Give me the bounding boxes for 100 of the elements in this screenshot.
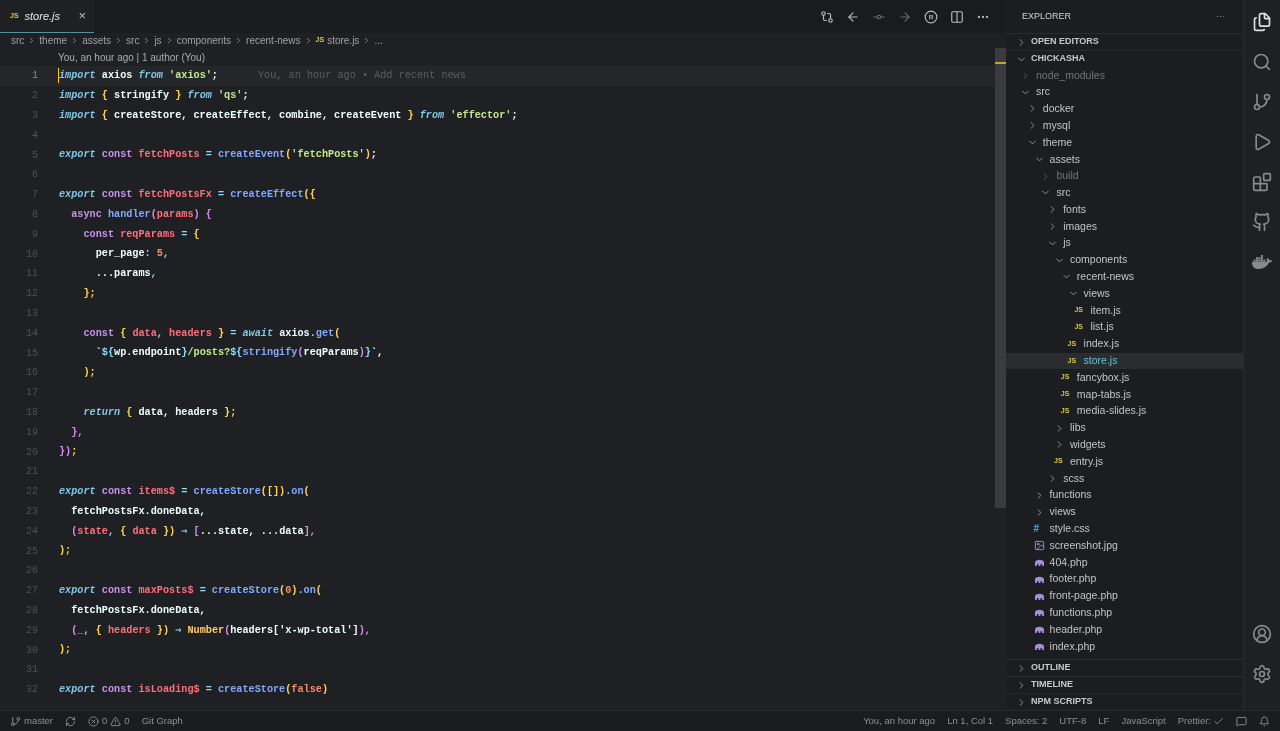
breadcrumb[interactable]: components: [176, 33, 232, 48]
formatter-status[interactable]: Prettier:: [1177, 713, 1224, 729]
whale-icon[interactable]: [1252, 252, 1272, 272]
tree-item[interactable]: components: [1006, 251, 1243, 269]
problems-indicator[interactable]: 0 0: [88, 713, 130, 729]
search-icon[interactable]: [1252, 52, 1272, 72]
code-line: const { data, headers } = await axios.get(: [82, 326, 341, 341]
tree-item[interactable]: scss: [1006, 470, 1243, 487]
breadcrumb[interactable]: store.js: [327, 33, 360, 48]
circle-icon[interactable]: [924, 9, 938, 24]
blame-status[interactable]: You, an hour ago: [863, 713, 936, 729]
extensions-icon[interactable]: [1252, 172, 1272, 192]
elephant-icon: [1033, 558, 1045, 567]
tree-item[interactable]: docker: [1006, 100, 1243, 118]
tree-item[interactable]: index.php: [1006, 638, 1243, 655]
tree-item[interactable]: front-page.php: [1006, 587, 1243, 605]
breadcrumb[interactable]: ...: [374, 33, 383, 48]
breadcrumb[interactable]: recent-news: [246, 33, 301, 48]
code-line: (state, { data }) ⇒ [...state, ...data],: [70, 524, 316, 539]
code-line: ...params,: [94, 267, 157, 282]
arrow-left-icon[interactable]: [846, 9, 860, 24]
tree-item[interactable]: views: [1006, 503, 1243, 521]
tree-item[interactable]: views: [1006, 285, 1243, 303]
code-line: export const isLoading$ = createStore(false): [59, 682, 329, 697]
tree-item[interactable]: libs: [1006, 419, 1243, 437]
warning-count: 0: [124, 713, 130, 728]
blame-header[interactable]: You, an hour ago | 1 author (You): [58, 49, 205, 65]
code-line: export const items$ = createStore([]).on(: [59, 485, 310, 499]
tree-item[interactable]: screenshot.jpg: [1006, 537, 1243, 555]
breadcrumb[interactable]: js: [154, 33, 162, 48]
settings-icon[interactable]: [1252, 664, 1272, 684]
code-line: `${wp.endpoint}/posts?${stringify(reqParams)}`,: [94, 346, 384, 361]
cursor-position[interactable]: Ln 1, Col 1: [947, 713, 994, 729]
check-icon: [1213, 715, 1224, 727]
code-line: import { stringify } from 'qs';: [59, 89, 249, 104]
tree-item[interactable]: fonts: [1006, 201, 1243, 219]
tree-item[interactable]: recent-news: [1006, 268, 1243, 286]
code-line: async handler(params) {: [70, 207, 212, 222]
code-line: fetchPostsFx.doneData,: [70, 504, 206, 519]
sync-icon[interactable]: [65, 715, 77, 727]
feedback-icon[interactable]: [1236, 715, 1247, 727]
tree-item[interactable]: src: [1006, 184, 1243, 202]
code-line: per_page: 5,: [94, 247, 170, 262]
breadcrumb[interactable]: assets: [82, 33, 112, 48]
source-control-icon[interactable]: [1252, 92, 1272, 112]
code-line: import axios from 'axios';: [59, 69, 218, 84]
code-line: },: [70, 425, 84, 440]
compare-icon[interactable]: [820, 9, 834, 24]
scrollbar-thumb[interactable]: [995, 48, 1006, 508]
arrow-right-icon[interactable]: [898, 9, 912, 24]
tree-item[interactable]: functions.php: [1006, 604, 1243, 622]
tree-item[interactable]: images: [1006, 218, 1243, 235]
code-line: });: [59, 445, 78, 460]
indentation[interactable]: Spaces: 2: [1005, 713, 1048, 729]
explorer-icon[interactable]: [1252, 12, 1272, 32]
tree-item[interactable]: mysql: [1006, 117, 1243, 135]
code-line: );: [82, 366, 96, 381]
code-line: import { createStore, createEffect, combine, createEvent } from 'effector';: [59, 108, 518, 123]
branch-icon: [10, 715, 21, 727]
tree-item[interactable]: # style.css: [1006, 520, 1243, 538]
notification-icon[interactable]: [1259, 715, 1270, 727]
tree-item[interactable]: footer.php: [1006, 570, 1243, 588]
image-file-icon: [1033, 540, 1045, 552]
section-header[interactable]: CHICKASHA: [1006, 50, 1243, 67]
code-line: (_, { headers }) ⇒ Number(headers['x-wp-total']),: [70, 623, 371, 638]
section-header[interactable]: TIMELINE: [1006, 676, 1243, 693]
encoding[interactable]: UTF-8: [1059, 713, 1087, 729]
formatter-label: Prettier:: [1177, 713, 1211, 728]
tree-item[interactable]: functions: [1006, 486, 1243, 504]
breadcrumb[interactable]: src: [11, 33, 25, 48]
section-header[interactable]: OPEN EDITORS: [1006, 33, 1243, 50]
tree-item[interactable]: src: [1006, 83, 1243, 101]
tree-item[interactable]: assets: [1006, 151, 1243, 168]
elephant-icon: [1033, 608, 1045, 618]
code-line: fetchPostsFx.doneData,: [70, 603, 206, 618]
language-mode[interactable]: JavaScript: [1121, 713, 1166, 729]
code-line: export const fetchPosts = createEvent('fetchPosts');: [59, 148, 377, 163]
line-ending[interactable]: LF: [1098, 713, 1110, 729]
code-line: export const maxPosts$ = createStore(0).on(: [59, 583, 322, 598]
tree-item[interactable]: header.php: [1006, 621, 1243, 639]
code-line: );: [59, 643, 72, 658]
code-line: export const fetchPostsFx = createEffect({: [59, 188, 316, 203]
git-graph-link[interactable]: Git Graph: [141, 713, 183, 729]
run-debug-icon[interactable]: [1252, 132, 1272, 152]
tree-item[interactable]: 404.php: [1006, 554, 1243, 571]
branch-indicator[interactable]: master: [10, 713, 54, 729]
code-line: return { data, headers };: [82, 405, 237, 420]
split-editor-icon[interactable]: [950, 9, 964, 24]
css-file-icon: #: [1033, 521, 1045, 537]
more-actions[interactable]: ···: [1216, 9, 1225, 24]
tree-item[interactable]: js: [1006, 234, 1243, 252]
account-icon[interactable]: [1252, 624, 1272, 644]
close-icon[interactable]: ×: [78, 6, 86, 26]
breadcrumb[interactable]: theme: [39, 33, 68, 48]
section-header[interactable]: OUTLINE: [1006, 659, 1243, 676]
tree-item[interactable]: widgets: [1006, 436, 1243, 454]
breadcrumb[interactable]: src: [126, 33, 140, 48]
tree-item[interactable]: theme: [1006, 134, 1243, 151]
line-number: 1: [31, 69, 38, 84]
branch-name: master: [24, 713, 54, 728]
